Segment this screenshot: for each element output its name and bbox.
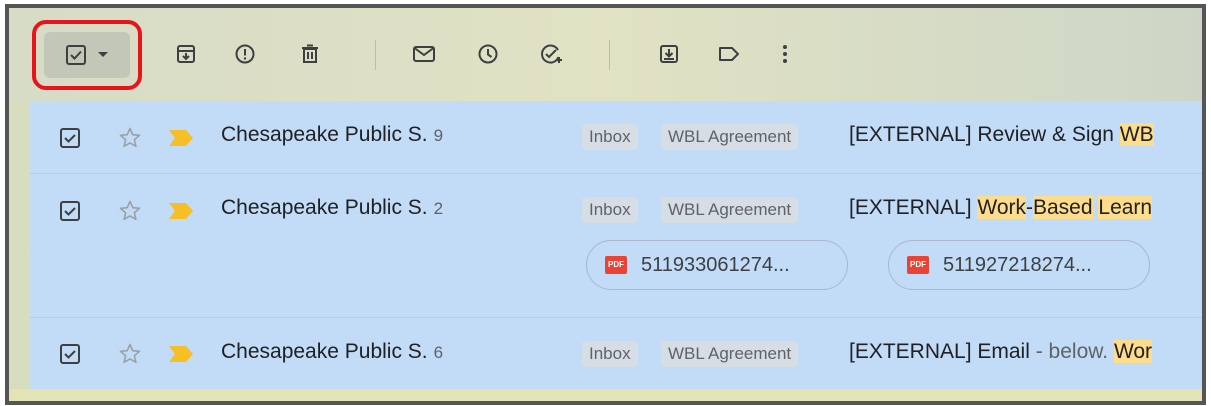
row-checkbox-checked-icon[interactable] [60, 128, 80, 148]
thread-count: 6 [433, 343, 444, 362]
star-icon[interactable] [118, 342, 142, 366]
subject-part: [EXTERNAL] Review & Sign [849, 123, 1120, 146]
attachment-chip[interactable]: PDF 511933061274... [586, 240, 848, 290]
sender: Chesapeake Public S. 6 [221, 340, 443, 364]
subject-part: [EXTERNAL] [849, 196, 978, 219]
row-checkbox-checked-icon[interactable] [60, 344, 80, 364]
snooze-button[interactable] [468, 34, 508, 74]
add-task-icon [541, 44, 562, 64]
email-row[interactable]: Chesapeake Public S. 6 Inbox WBL Agreemen… [30, 318, 1202, 390]
archive-button[interactable] [166, 34, 206, 74]
label-chip-wbl-agreement[interactable]: WBL Agreement [661, 341, 799, 367]
sender-name: Chesapeake Public S. [221, 196, 428, 219]
email-row[interactable]: Chesapeake Public S. 2 Inbox WBL Agreemen… [30, 174, 1202, 318]
important-marker-icon[interactable] [168, 202, 194, 220]
label-chip-inbox[interactable]: Inbox [582, 197, 638, 223]
row-checkbox-checked-icon[interactable] [60, 201, 80, 221]
star-icon[interactable] [118, 199, 142, 223]
label-chip-inbox[interactable]: Inbox [582, 124, 638, 150]
mark-unread-button[interactable] [404, 34, 444, 74]
subject-part: [EXTERNAL] Email [849, 340, 1030, 363]
report-spam-button[interactable] [225, 34, 265, 74]
checkbox-checked-icon[interactable] [65, 44, 87, 66]
toolbar [9, 8, 1202, 101]
subject: [EXTERNAL] Review & Sign WB [849, 123, 1154, 147]
subject: [EXTERNAL] Email - below. Wor [849, 340, 1153, 364]
more-vert-icon [783, 45, 787, 63]
subject-highlight: WB [1119, 123, 1154, 146]
clock-icon [478, 44, 498, 64]
label-chip-wbl-agreement[interactable]: WBL Agreement [661, 197, 799, 223]
toolbar-divider [609, 40, 610, 70]
subject-highlight: Work [977, 196, 1026, 219]
sender: Chesapeake Public S. 9 [221, 123, 443, 147]
caret-down-icon[interactable] [97, 51, 109, 59]
important-marker-icon[interactable] [168, 345, 194, 363]
report-icon [235, 44, 255, 64]
more-button[interactable] [765, 34, 805, 74]
pdf-icon: PDF [907, 256, 929, 274]
sender: Chesapeake Public S. 2 [221, 196, 443, 220]
gmail-window: Chesapeake Public S. 9 Inbox WBL Agreemen… [5, 4, 1206, 405]
thread-count: 9 [433, 126, 444, 145]
star-icon[interactable] [118, 126, 142, 150]
pdf-icon: PDF [605, 256, 627, 274]
attachment-filename: 511927218274... [943, 253, 1092, 276]
snippet: - below. [1029, 340, 1114, 363]
trash-icon [302, 44, 318, 63]
email-row[interactable]: Chesapeake Public S. 9 Inbox WBL Agreemen… [30, 101, 1202, 174]
subject-highlight: Based [1033, 196, 1093, 219]
thread-count: 2 [433, 199, 444, 218]
label-icon [719, 47, 739, 61]
add-task-button[interactable] [532, 34, 572, 74]
subject: [EXTERNAL] Work-Based Learn [849, 196, 1153, 220]
email-list: Chesapeake Public S. 9 Inbox WBL Agreemen… [30, 101, 1202, 390]
select-all-button[interactable] [44, 32, 130, 78]
subject-highlight: Learn [1098, 196, 1153, 219]
label-chip-wbl-agreement[interactable]: WBL Agreement [661, 124, 799, 150]
toolbar-divider [375, 40, 376, 70]
subject-part: - [1026, 196, 1033, 219]
attachment-chip[interactable]: PDF 511927218274... [888, 240, 1150, 290]
attachment-filename: 511933061274... [641, 253, 790, 276]
important-marker-icon[interactable] [168, 129, 194, 147]
label-chip-inbox[interactable]: Inbox [582, 341, 638, 367]
archive-icon [177, 45, 195, 63]
labels-button[interactable] [709, 34, 749, 74]
sender-name: Chesapeake Public S. [221, 340, 428, 363]
move-to-icon [660, 45, 678, 63]
select-all-highlight [32, 20, 142, 90]
envelope-icon [413, 46, 435, 62]
sender-name: Chesapeake Public S. [221, 123, 428, 146]
list-bottom-edge [9, 389, 1202, 401]
move-to-button[interactable] [649, 34, 689, 74]
delete-button[interactable] [290, 34, 330, 74]
subject-highlight: Wor [1113, 340, 1153, 363]
